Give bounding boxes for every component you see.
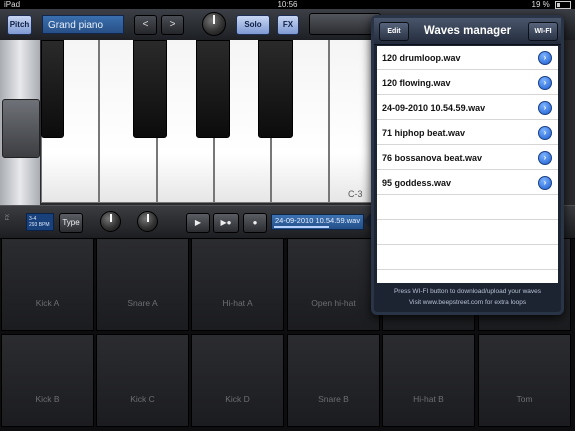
wave-file-name: 71 hiphop beat.wav — [382, 128, 466, 138]
wave-file-row[interactable]: 120 flowing.wav › — [377, 71, 558, 95]
battery-icon — [555, 0, 571, 9]
tempo-display[interactable]: 3-4 293 BPM — [26, 213, 54, 231]
wave-file-row[interactable]: 76 bossanova beat.wav › — [377, 146, 558, 170]
recording-name: 24-09-2010 10.54.59.wav — [275, 216, 361, 225]
pad-label: Hi-hat B — [413, 394, 444, 404]
previous-preset-button[interactable]: < — [134, 15, 157, 35]
disclosure-arrow-icon[interactable]: › — [538, 126, 552, 140]
volume-knob[interactable] — [202, 12, 226, 36]
pad-label: Tom — [516, 394, 533, 404]
pad-label: Hi-hat A — [222, 298, 253, 308]
play-button[interactable]: ▶ — [186, 213, 210, 233]
black-key[interactable] — [258, 40, 293, 138]
pad[interactable]: Hi-hat A — [191, 238, 284, 331]
white-key[interactable] — [329, 40, 377, 203]
pad[interactable]: Snare B — [287, 334, 380, 427]
wave-file-row[interactable]: 95 goddess.wav › — [377, 171, 558, 195]
disclosure-arrow-icon[interactable]: › — [538, 51, 552, 65]
recording-name-field[interactable]: 24-09-2010 10.54.59.wav — [271, 214, 364, 230]
battery-indicator: 19 % — [532, 0, 571, 9]
side-label: FX — [5, 214, 11, 221]
tempo-knob[interactable] — [100, 211, 121, 232]
pad[interactable]: Open hi-hat — [287, 238, 380, 331]
pitch-button[interactable]: Pitch — [7, 15, 32, 35]
play-icon: ▶ — [194, 218, 202, 227]
wave-file-name: 120 drumloop.wav — [382, 53, 461, 63]
pad[interactable]: Hi-hat B — [382, 334, 475, 427]
clock: 10:56 — [277, 0, 298, 9]
wave-file-row[interactable]: 71 hiphop beat.wav › — [377, 121, 558, 145]
pad[interactable]: Kick B — [1, 334, 94, 427]
pad[interactable]: Snare A — [96, 238, 189, 331]
extra-loops-text: Visit www.beepstreet.com for extra loops — [408, 299, 527, 306]
status-bar: iPad 10:56 19 % — [0, 0, 575, 9]
black-key[interactable] — [133, 40, 167, 138]
disclosure-arrow-icon[interactable]: › — [538, 151, 552, 165]
record-play-button[interactable]: ▶● — [213, 213, 239, 233]
black-key[interactable] — [196, 40, 230, 138]
disclosure-arrow-icon[interactable]: › — [538, 76, 552, 90]
pad[interactable]: Kick D — [191, 334, 284, 427]
wifi-button[interactable]: WI-FI — [528, 22, 558, 41]
popover-footer: Press WI-FI button to download/upload yo… — [374, 286, 561, 308]
pad-label: Snare B — [318, 394, 349, 404]
pad[interactable]: Kick C — [96, 334, 189, 427]
black-key[interactable] — [41, 40, 64, 138]
next-preset-button[interactable]: > — [161, 15, 184, 35]
wave-file-name: 120 flowing.wav — [382, 78, 451, 88]
edit-button[interactable]: Edit — [379, 22, 409, 41]
pad-label: Open hi-hat — [311, 298, 356, 308]
solo-button[interactable]: Solo — [236, 15, 270, 35]
wave-file-name: 95 goddess.wav — [382, 178, 452, 188]
record-icon: ● — [252, 218, 258, 227]
pad[interactable]: Tom — [478, 334, 571, 427]
swing-knob[interactable] — [137, 211, 158, 232]
battery-percent: 19 % — [531, 0, 550, 9]
wave-file-row[interactable]: 120 drumloop.wav › — [377, 46, 558, 70]
pad[interactable]: Kick A — [1, 238, 94, 331]
wave-file-list: 120 drumloop.wav › 120 flowing.wav › 24-09… — [377, 46, 558, 283]
recording-progress-bar — [274, 226, 329, 228]
wave-file-name: 24-09-2010 10.54.59.wav — [382, 103, 486, 113]
empty-row — [377, 246, 558, 270]
disclosure-arrow-icon[interactable]: › — [538, 176, 552, 190]
pitch-bend-handle[interactable] — [2, 99, 40, 158]
wave-file-row[interactable]: 24-09-2010 10.54.59.wav › — [377, 96, 558, 120]
pad-label: Kick A — [35, 298, 60, 308]
bpm-value: 293 BPM — [29, 222, 50, 228]
empty-row — [377, 196, 558, 220]
key-label: C-3 — [348, 189, 363, 199]
pad-label: Kick C — [130, 394, 155, 404]
wave-file-name: 76 bossanova beat.wav — [382, 153, 483, 163]
popover-header: Waves manager Edit WI-FI — [374, 18, 561, 45]
preset-name-field[interactable]: Grand piano — [42, 15, 124, 34]
pad-label: Kick D — [225, 394, 250, 404]
waves-manager-popover: Waves manager Edit WI-FI 120 drumloop.wa… — [371, 15, 564, 315]
record-button[interactable]: ● — [243, 213, 267, 233]
disclosure-arrow-icon[interactable]: › — [538, 101, 552, 115]
type-button[interactable]: Type — [59, 213, 83, 233]
pad-label: Kick B — [35, 394, 60, 404]
pitch-bend-strip[interactable] — [0, 40, 40, 205]
fx-button[interactable]: FX — [277, 15, 299, 35]
wifi-hint-text: Press WI-FI button to download/upload yo… — [393, 288, 542, 295]
pad-label: Snare A — [127, 298, 158, 308]
record-play-icon: ▶● — [220, 218, 232, 227]
empty-row — [377, 221, 558, 245]
